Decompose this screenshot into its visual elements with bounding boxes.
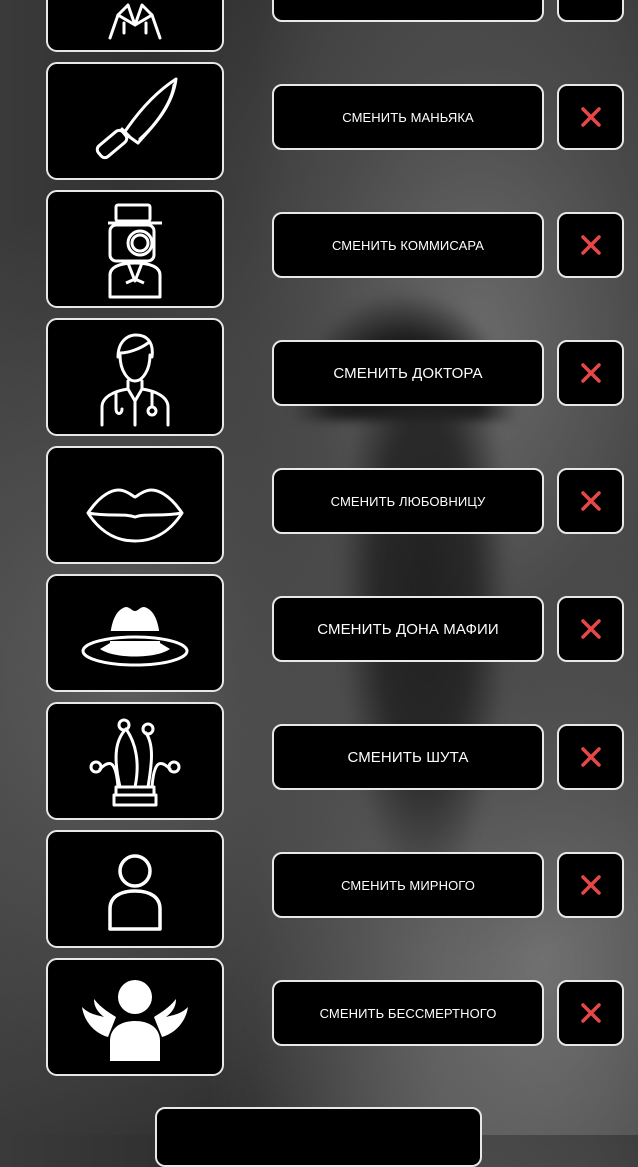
fedora-hat-icon xyxy=(81,607,189,667)
close-icon xyxy=(580,107,601,127)
delete-jester-button[interactable] xyxy=(557,724,624,790)
delete-role-button[interactable] xyxy=(557,0,624,22)
role-icon-tile[interactable] xyxy=(46,190,224,308)
change-doctor-button[interactable]: СМЕНИТЬ ДОКТОРА xyxy=(272,340,544,406)
close-icon xyxy=(580,491,601,511)
change-commissar-button[interactable]: СМЕНИТЬ КОММИСАРА xyxy=(272,212,544,278)
delete-doctor-button[interactable] xyxy=(557,340,624,406)
role-icon-tile[interactable] xyxy=(46,830,224,948)
role-row-suit xyxy=(0,0,638,54)
role-row-maniac: СМЕНИТЬ МАНЬЯКА xyxy=(0,62,638,182)
lips-icon xyxy=(86,488,184,543)
delete-commissar-button[interactable] xyxy=(557,212,624,278)
close-icon xyxy=(580,619,601,639)
delete-lover-button[interactable] xyxy=(557,468,624,534)
role-icon-tile[interactable] xyxy=(46,318,224,436)
role-icon-tile[interactable] xyxy=(46,702,224,820)
role-icon-tile[interactable] xyxy=(46,446,224,564)
change-lover-button[interactable]: СМЕНИТЬ ЛЮБОВНИЦУ xyxy=(272,468,544,534)
close-icon xyxy=(580,1003,601,1023)
delete-immortal-button[interactable] xyxy=(557,980,624,1046)
role-icon-tile[interactable] xyxy=(46,574,224,692)
suit-person-icon xyxy=(108,3,162,40)
jester-hat-icon xyxy=(89,718,181,807)
bottom-action-button[interactable] xyxy=(155,1107,482,1167)
change-civilian-button[interactable]: СМЕНИТЬ МИРНОГО xyxy=(272,852,544,918)
role-row-don: СМЕНИТЬ ДОНА МАФИИ xyxy=(0,574,638,694)
delete-maniac-button[interactable] xyxy=(557,84,624,150)
role-row-jester: СМЕНИТЬ ШУТА xyxy=(0,702,638,822)
role-row-lover: СМЕНИТЬ ЛЮБОВНИЦУ xyxy=(0,446,638,566)
role-icon-tile[interactable] xyxy=(46,62,224,180)
change-don-button[interactable]: СМЕНИТЬ ДОНА МАФИИ xyxy=(272,596,544,662)
role-icon-tile[interactable] xyxy=(46,958,224,1076)
close-icon xyxy=(580,747,601,767)
role-row-commissar: СМЕНИТЬ КОММИСАРА xyxy=(0,190,638,310)
change-role-button[interactable] xyxy=(272,0,544,22)
close-icon xyxy=(580,363,601,383)
knife-icon xyxy=(95,77,178,160)
role-icon-tile[interactable] xyxy=(46,0,224,52)
change-immortal-button[interactable]: СМЕНИТЬ БЕССМЕРТНОГО xyxy=(272,980,544,1046)
change-jester-button[interactable]: СМЕНИТЬ ШУТА xyxy=(272,724,544,790)
role-row-immortal: СМЕНИТЬ БЕССМЕРТНОГО xyxy=(0,958,638,1078)
role-row-doctor: СМЕНИТЬ ДОКТОРА xyxy=(0,318,638,438)
delete-don-button[interactable] xyxy=(557,596,624,662)
delete-civilian-button[interactable] xyxy=(557,852,624,918)
winged-person-icon xyxy=(82,980,188,1061)
close-icon xyxy=(580,875,601,895)
close-icon xyxy=(580,235,601,255)
detective-magnifier-icon xyxy=(108,203,162,299)
role-row-civilian: СМЕНИТЬ МИРНОГО xyxy=(0,830,638,950)
civilian-person-icon xyxy=(108,854,162,931)
change-maniac-button[interactable]: СМЕНИТЬ МАНЬЯКА xyxy=(272,84,544,150)
doctor-icon xyxy=(100,333,170,427)
